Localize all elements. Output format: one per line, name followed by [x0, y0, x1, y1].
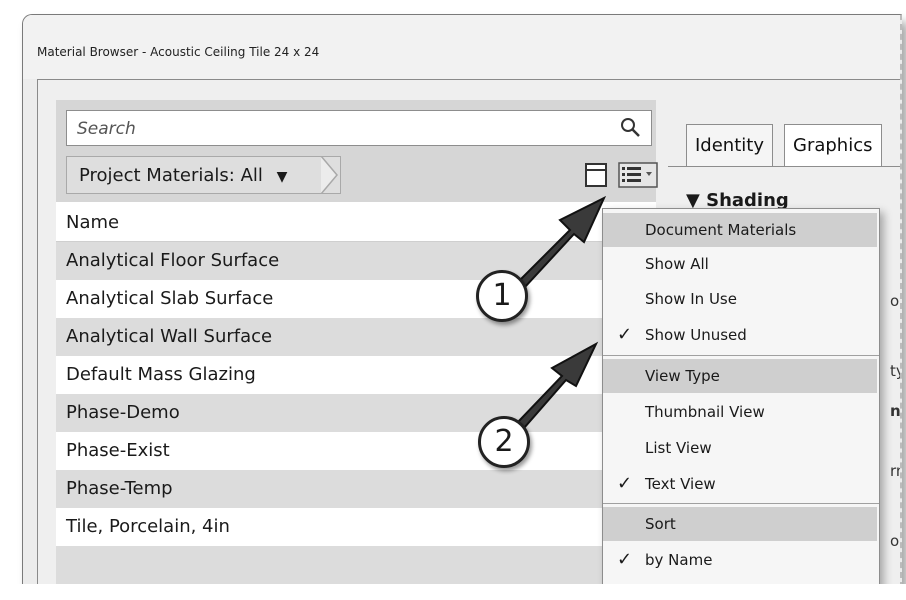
view-options-dropdown-menu: Document Materials Show All Show In Use … — [602, 208, 880, 598]
menu-separator — [603, 355, 879, 356]
menu-item-label: Show All — [645, 255, 709, 273]
panel-toggle-icon[interactable] — [584, 162, 608, 188]
checkmark-icon: ✓ — [617, 549, 633, 570]
menu-header-document-materials: Document Materials — [603, 213, 877, 247]
obscured-text: or — [890, 532, 900, 550]
menu-item-label: Thumbnail View — [645, 403, 765, 421]
view-options-menu-icon[interactable] — [618, 162, 658, 188]
menu-item-thumbnail-view[interactable]: Thumbnail View — [603, 395, 879, 429]
menu-header-view-type: View Type — [603, 359, 877, 393]
menu-item-show-all[interactable]: Show All — [603, 247, 879, 281]
search-icon[interactable] — [619, 116, 641, 138]
callout-marker-2: 2 — [478, 416, 530, 468]
menu-separator — [603, 503, 879, 504]
menu-item-label: by Name — [645, 551, 713, 569]
project-materials-filter-button[interactable]: Project Materials: All ▼ — [66, 156, 341, 194]
chevron-down-icon: ▼ — [276, 169, 288, 185]
breadcrumb-chevron-icon — [320, 156, 338, 194]
search-input[interactable]: Search — [66, 110, 652, 146]
obscured-text: or — [890, 292, 900, 310]
menu-header-sort: Sort — [603, 507, 877, 541]
checkmark-icon: ✓ — [617, 473, 633, 494]
filter-label: Project Materials: All — [79, 165, 263, 186]
menu-item-label: Text View — [645, 475, 716, 493]
filter-row: Project Materials: All ▼ — [66, 156, 658, 194]
obscured-text: n — [890, 402, 901, 420]
list-item[interactable]: Phase-Temp — [56, 470, 656, 508]
menu-header-label: Document Materials — [645, 221, 797, 239]
menu-header-label: View Type — [645, 367, 720, 385]
menu-item-list-view[interactable]: List View — [603, 431, 879, 465]
torn-edge — [0, 584, 906, 600]
menu-item-show-in-use[interactable]: Show In Use — [603, 282, 879, 316]
callout-marker-1: 1 — [476, 270, 528, 322]
obscured-text: ty — [890, 362, 900, 380]
window-title: Material Browser - Acoustic Ceiling Tile… — [23, 15, 900, 79]
list-item[interactable]: Tile, Porcelain, 4in — [56, 508, 656, 546]
list-item-empty — [56, 546, 656, 584]
obscured-text: rn — [890, 462, 900, 480]
menu-item-by-name[interactable]: ✓ by Name — [603, 543, 879, 577]
menu-item-label: Show In Use — [645, 290, 737, 308]
menu-header-label: Sort — [645, 515, 676, 533]
checkmark-icon: ✓ — [617, 324, 633, 345]
search-placeholder: Search — [77, 119, 136, 139]
menu-item-label: Show Unused — [645, 326, 747, 344]
tab-identity[interactable]: Identity — [686, 124, 773, 166]
tab-divider — [668, 166, 900, 167]
tab-graphics[interactable]: Graphics — [784, 124, 882, 166]
menu-item-text-view[interactable]: ✓ Text View — [603, 467, 879, 501]
menu-item-show-unused[interactable]: ✓ Show Unused — [603, 318, 879, 352]
menu-item-label: List View — [645, 439, 712, 457]
